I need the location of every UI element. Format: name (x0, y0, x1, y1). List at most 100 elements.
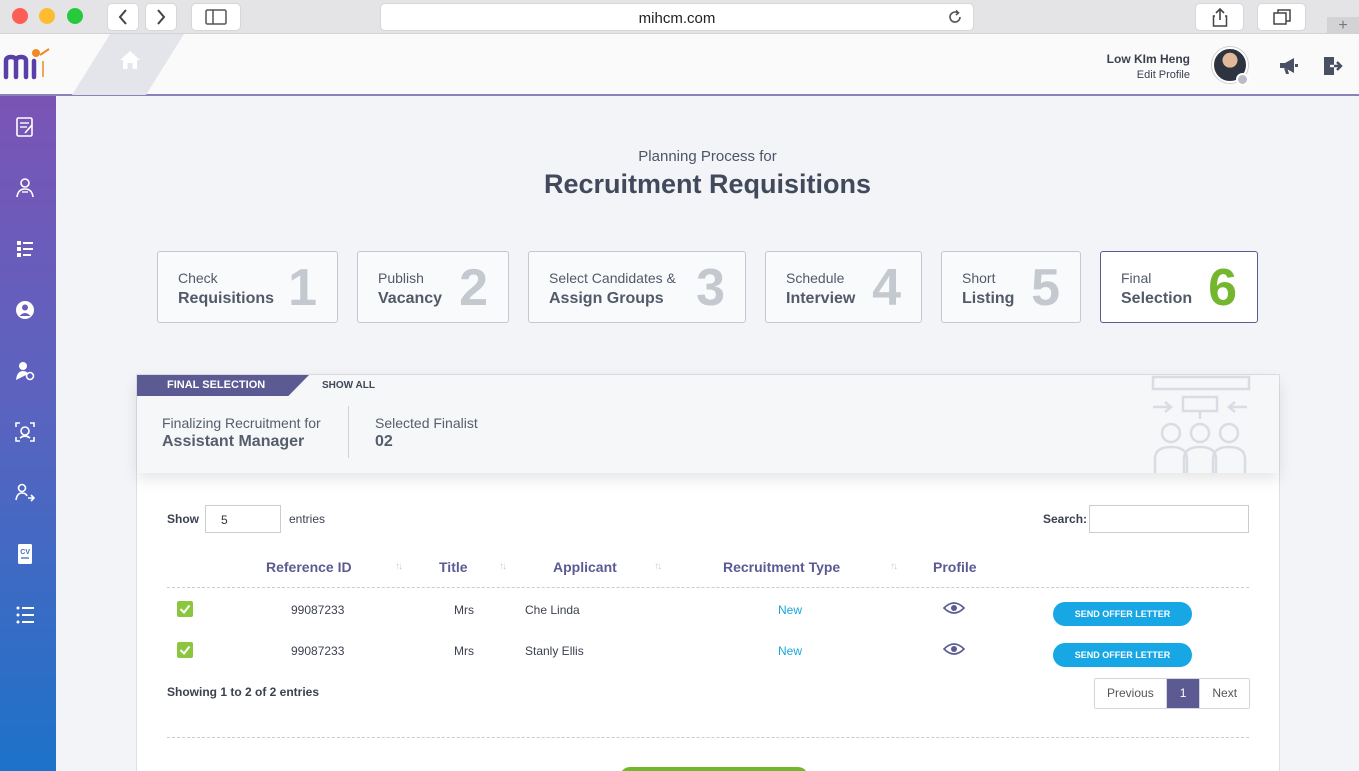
sort-icon[interactable]: ↑↓ (890, 561, 898, 572)
mihcm-logo[interactable] (0, 34, 56, 96)
showing-entries-info: Showing 1 to 2 of 2 entries (167, 685, 320, 699)
step-number: 6 (1208, 259, 1237, 317)
step-short-listing[interactable]: Short Listing 5 (941, 251, 1081, 323)
checkmark-icon (179, 604, 191, 615)
checklist-icon[interactable] (14, 238, 36, 260)
tabs-overview-button[interactable] (1257, 3, 1306, 31)
step-final-selection[interactable]: Final Selection 6 (1100, 251, 1258, 323)
edit-profile-link[interactable]: Edit Profile (1137, 69, 1190, 81)
sort-icon[interactable]: ↑↓ (395, 561, 403, 572)
step-label-line1: Short (962, 270, 996, 286)
address-bar[interactable]: mihcm.com (380, 3, 974, 31)
step-select-candidates[interactable]: Select Candidates & Assign Groups 3 (528, 251, 746, 323)
svg-text:CV: CV (20, 549, 30, 556)
send-offer-letter-button[interactable]: SEND OFFER LETTER (1053, 602, 1192, 626)
view-profile-eye-icon[interactable] (943, 641, 965, 657)
avatar-settings-badge[interactable] (1236, 73, 1249, 86)
table-row: 99087233 Mrs Che Linda New SEND OFFER LE… (167, 600, 1249, 640)
finalist-count: 02 (375, 433, 393, 450)
back-button[interactable] (107, 3, 139, 31)
checkmark-icon (179, 645, 191, 656)
row-checkbox[interactable] (177, 601, 193, 617)
list-icon[interactable] (14, 604, 36, 626)
tabs-icon (1272, 9, 1291, 25)
maximize-window-button[interactable] (67, 8, 83, 24)
cell-title: Mrs (454, 644, 474, 658)
browser-toolbar: mihcm.com + (0, 0, 1359, 34)
page-subtitle: Planning Process for (638, 148, 777, 165)
cell-title: Mrs (454, 603, 474, 617)
close-window-button[interactable] (12, 8, 28, 24)
sidebar-icon (205, 9, 227, 25)
cell-recruitment-type: New (778, 603, 803, 617)
step-number: 1 (288, 259, 317, 317)
show-all-link[interactable]: SHOW ALL (322, 380, 375, 391)
cv-icon[interactable]: CV (14, 543, 36, 565)
finalizing-label: Finalizing Recruitment for (162, 415, 321, 431)
search-input[interactable] (1089, 505, 1249, 533)
share-icon (1212, 7, 1227, 27)
logout-icon[interactable] (1321, 56, 1343, 76)
step-label-line1: Final (1121, 270, 1152, 286)
sort-icon[interactable]: ↑↓ (499, 561, 507, 572)
step-label-line1: Check (178, 270, 218, 286)
step-check-requisitions[interactable]: Check Requisitions 1 (157, 251, 338, 323)
column-header-title[interactable]: Title (439, 559, 468, 575)
panel-header: FINAL SELECTION SHOW ALL Finalizing Recr… (137, 375, 1279, 473)
entries-label: entries (289, 512, 326, 526)
main-content: Planning Process for Recruitment Requisi… (56, 97, 1359, 771)
cell-applicant: Stanly Ellis (525, 644, 584, 658)
reload-icon[interactable] (947, 9, 963, 25)
column-header-applicant[interactable]: Applicant (553, 559, 617, 575)
home-icon[interactable] (119, 50, 141, 70)
employee-search-icon[interactable] (14, 177, 36, 199)
step-number: 3 (696, 259, 725, 317)
table-header-divider (167, 587, 1249, 588)
cell-applicant: Che Linda (525, 603, 580, 617)
requisition-form-icon[interactable] (14, 116, 36, 138)
column-header-profile[interactable]: Profile (933, 559, 977, 575)
step-label-line1: Select Candidates & (549, 270, 676, 286)
share-button[interactable] (1195, 3, 1244, 31)
step-number: 2 (459, 259, 488, 317)
search-label: Search: (1043, 512, 1088, 526)
chevron-left-icon (118, 9, 127, 25)
sidebar: CV (0, 96, 56, 771)
new-tab-button[interactable]: + (1327, 17, 1359, 34)
send-offer-letter-button[interactable]: SEND OFFER LETTER (1053, 643, 1192, 667)
team-transfer-icon[interactable] (14, 482, 36, 504)
step-label-line2: Selection (1121, 290, 1193, 307)
pagination: Previous 1 Next (1094, 678, 1251, 709)
step-number: 4 (872, 259, 901, 317)
announcement-icon[interactable] (1278, 56, 1300, 76)
step-label-line2: Interview (786, 290, 856, 307)
previous-page-button[interactable]: Previous (1095, 679, 1166, 708)
face-recognition-icon[interactable] (14, 421, 36, 443)
final-selection-panel: FINAL SELECTION SHOW ALL Finalizing Recr… (136, 374, 1280, 771)
user-settings-icon[interactable] (14, 360, 36, 382)
next-page-button[interactable]: Next (1199, 679, 1250, 708)
step-label-line2: Assign Groups (549, 290, 664, 307)
row-checkbox[interactable] (177, 642, 193, 658)
header-divider (348, 406, 349, 458)
column-header-recruitment-type[interactable]: Recruitment Type (723, 559, 840, 575)
entries-per-page-input[interactable]: 5 (205, 505, 281, 533)
chevron-right-icon (157, 9, 166, 25)
column-header-reference-id[interactable]: Reference ID (266, 559, 352, 575)
sidebar-toggle-button[interactable] (191, 3, 241, 31)
final-selection-tag: FINAL SELECTION (137, 375, 309, 396)
page-title: Recruitment Requisitions (543, 169, 872, 199)
step-schedule-interview[interactable]: Schedule Interview 4 (765, 251, 922, 323)
table-row: 99087233 Mrs Stanly Ellis New SEND OFFER… (167, 641, 1249, 681)
user-profile-icon[interactable] (14, 299, 36, 321)
sort-icon[interactable]: ↑↓ (654, 561, 662, 572)
proceed-button[interactable] (620, 767, 808, 771)
view-profile-eye-icon[interactable] (943, 600, 965, 616)
org-chart-decoration-icon (1151, 375, 1251, 473)
show-label: Show (167, 512, 199, 526)
step-publish-vacancy[interactable]: Publish Vacancy 2 (357, 251, 509, 323)
url-text: mihcm.com (638, 10, 716, 27)
forward-button[interactable] (145, 3, 177, 31)
minimize-window-button[interactable] (39, 8, 55, 24)
page-1-button[interactable]: 1 (1165, 679, 1200, 708)
